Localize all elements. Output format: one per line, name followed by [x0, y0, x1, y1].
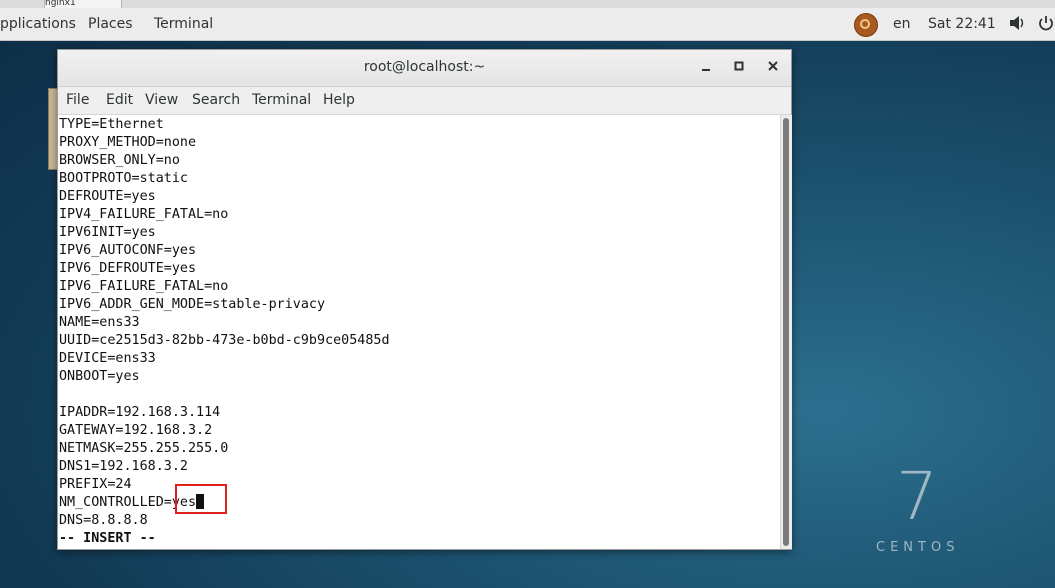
vim-mode-indicator: -- INSERT -- [59, 531, 156, 546]
top-strip: nginx1 [0, 0, 1055, 8]
title-bar[interactable]: root@localhost:~ [58, 50, 791, 87]
tab-label: nginx1 [45, 0, 76, 8]
config-line: NETMASK=255.255.255.0 [59, 441, 229, 456]
menu-edit[interactable]: Edit [106, 92, 133, 108]
highlight-box [175, 484, 227, 514]
window-title: root@localhost:~ [363, 59, 486, 75]
close-icon [768, 61, 778, 71]
menu-view[interactable]: View [145, 92, 178, 108]
places-menu[interactable]: Places [88, 16, 133, 32]
maximize-button[interactable] [728, 58, 750, 78]
menu-file[interactable]: File [66, 92, 89, 108]
config-line: NAME=ens33 [59, 315, 140, 330]
config-line: DEVICE=ens33 [59, 351, 156, 366]
applications-menu[interactable]: pplications [0, 16, 76, 32]
menu-search[interactable]: Search [192, 92, 240, 108]
config-line: IPADDR=192.168.3.114 [59, 405, 221, 420]
config-line: IPV6_ADDR_GEN_MODE=stable-privacy [59, 297, 326, 312]
tray-app-icon[interactable] [854, 13, 878, 37]
config-line: DNS1=192.168.3.2 [59, 459, 188, 474]
terminal-window: root@localhost:~ File Edit View Search T… [57, 49, 792, 550]
config-line: GATEWAY=192.168.3.2 [59, 423, 213, 438]
menu-bar: File Edit View Search Terminal Help [58, 87, 791, 115]
config-line: IPV4_FAILURE_FATAL=no [59, 207, 229, 222]
browser-tab[interactable]: nginx1 [44, 0, 122, 8]
config-line: TYPE=Ethernet [59, 117, 164, 132]
config-line: ONBOOT=yes [59, 369, 140, 384]
config-line: IPV6_DEFROUTE=yes [59, 261, 197, 276]
maximize-icon [734, 61, 744, 71]
clock[interactable]: Sat 22:41 [928, 16, 996, 32]
top-panel: pplications Places Terminal en Sat 22:41 [0, 8, 1055, 41]
close-button[interactable] [762, 58, 784, 78]
config-line: BROWSER_ONLY=no [59, 153, 180, 168]
config-line: IPV6_FAILURE_FATAL=no [59, 279, 229, 294]
config-line: PROXY_METHOD=none [59, 135, 197, 150]
menu-terminal[interactable]: Terminal [252, 92, 311, 108]
config-line: IPV6INIT=yes [59, 225, 156, 240]
scrollbar-thumb[interactable] [783, 118, 789, 546]
config-line: BOOTPROTO=static [59, 171, 188, 186]
terminal-content[interactable]: TYPE=Ethernet PROXY_METHOD=none BROWSER_… [58, 115, 780, 549]
config-line: IPV6_AUTOCONF=yes [59, 243, 197, 258]
menu-help[interactable]: Help [323, 92, 355, 108]
scrollbar[interactable] [780, 115, 792, 549]
minimize-button[interactable] [695, 58, 717, 78]
config-line: DEFROUTE=yes [59, 189, 156, 204]
config-line: DNS=8.8.8.8 [59, 513, 148, 528]
volume-icon[interactable] [1008, 13, 1026, 37]
config-line: PREFIX=24 [59, 477, 132, 492]
minimize-icon [702, 69, 710, 71]
centos-brand-name: CENTOS [876, 540, 960, 555]
centos-brand-number: 7 [896, 458, 938, 535]
config-line: UUID=ce2515d3-82bb-473e-b0bd-c9b9ce05485… [59, 333, 390, 348]
power-icon[interactable] [1037, 13, 1055, 37]
language-indicator[interactable]: en [893, 16, 911, 32]
terminal-app-menu[interactable]: Terminal [154, 16, 213, 32]
